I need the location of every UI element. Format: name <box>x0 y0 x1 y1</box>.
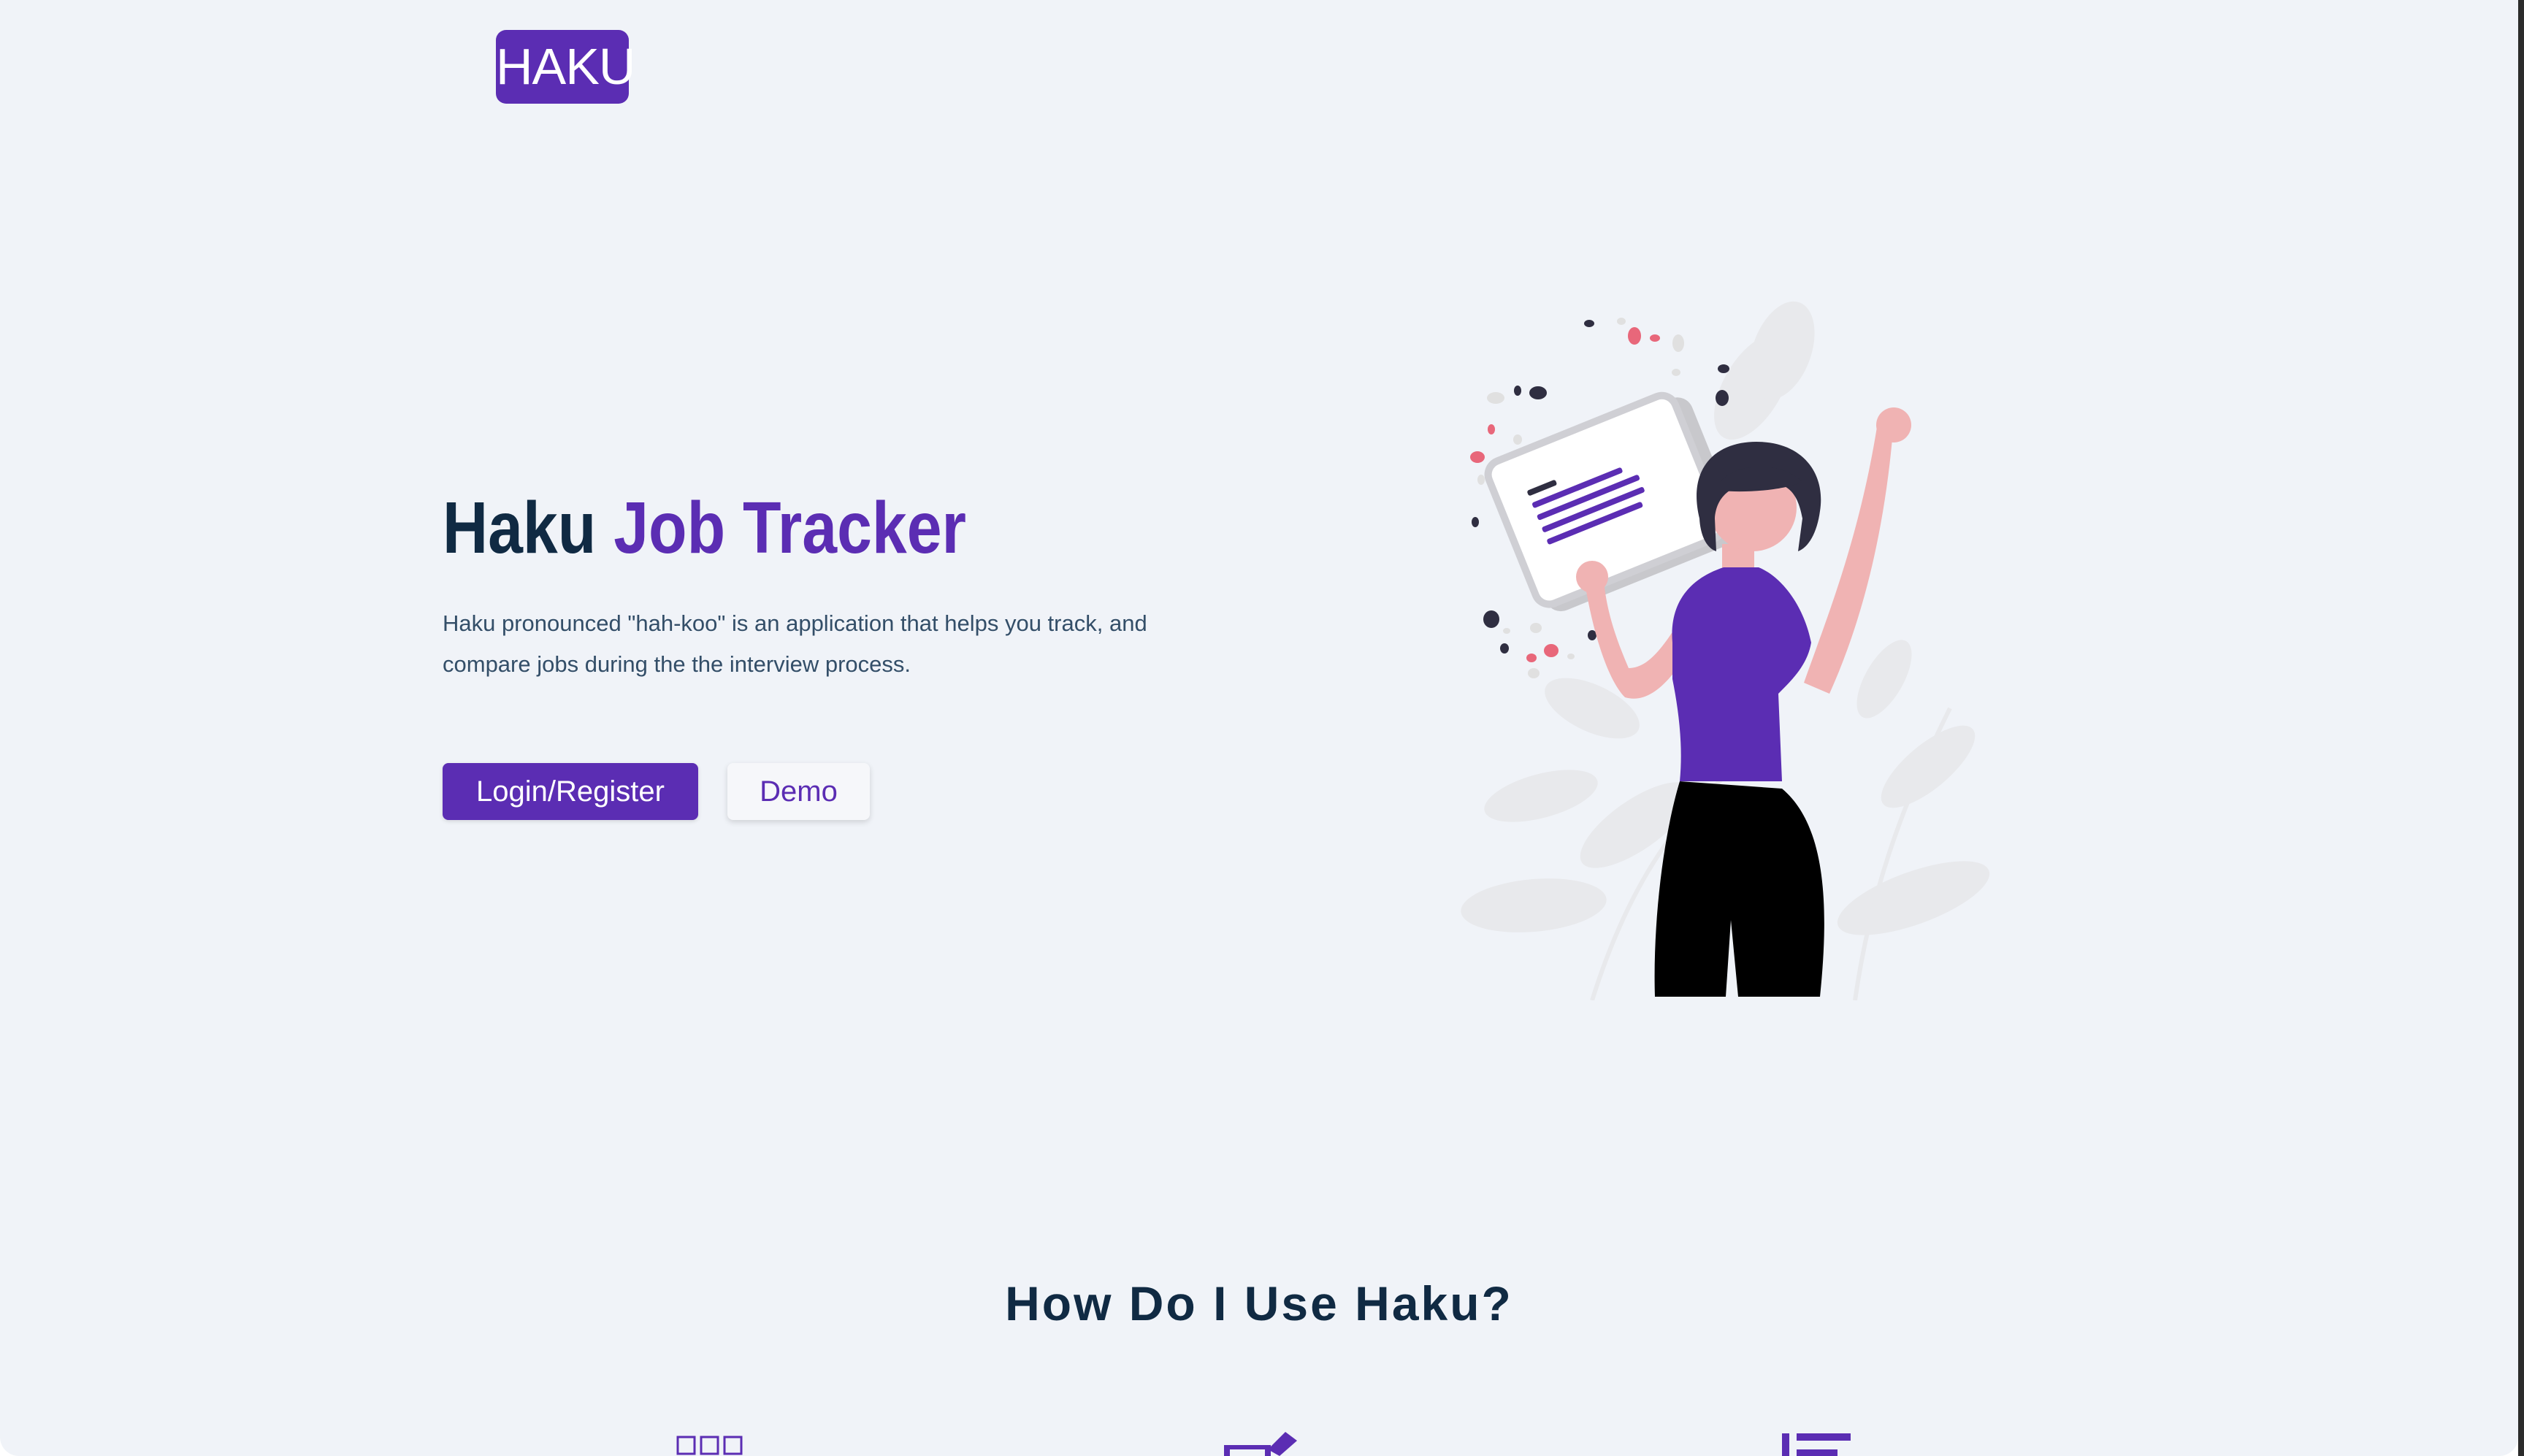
hero-description: Haku pronounced "hah-koo" is an applicat… <box>443 610 1147 677</box>
logo[interactable]: HAKU <box>496 30 635 104</box>
how-to-use-title: How Do I Use Haku? <box>1005 1276 1513 1330</box>
page: HAKU Haku Job Tracker Haku pronounced "h… <box>0 0 2518 1456</box>
hero-title-main: Haku <box>443 487 614 569</box>
list-icon <box>1782 1433 1851 1456</box>
hero-title: Haku Job Tracker <box>443 480 966 575</box>
login-register-button[interactable]: Login/Register <box>443 763 698 820</box>
edit-icon <box>1224 1432 1297 1456</box>
demo-button[interactable]: Demo <box>727 763 870 820</box>
window-edge <box>2518 0 2524 1456</box>
hero-title-accent: Job Tracker <box>613 487 967 569</box>
grid-icon <box>676 1436 743 1455</box>
woman-holding-document-illustration <box>1461 301 1990 1000</box>
